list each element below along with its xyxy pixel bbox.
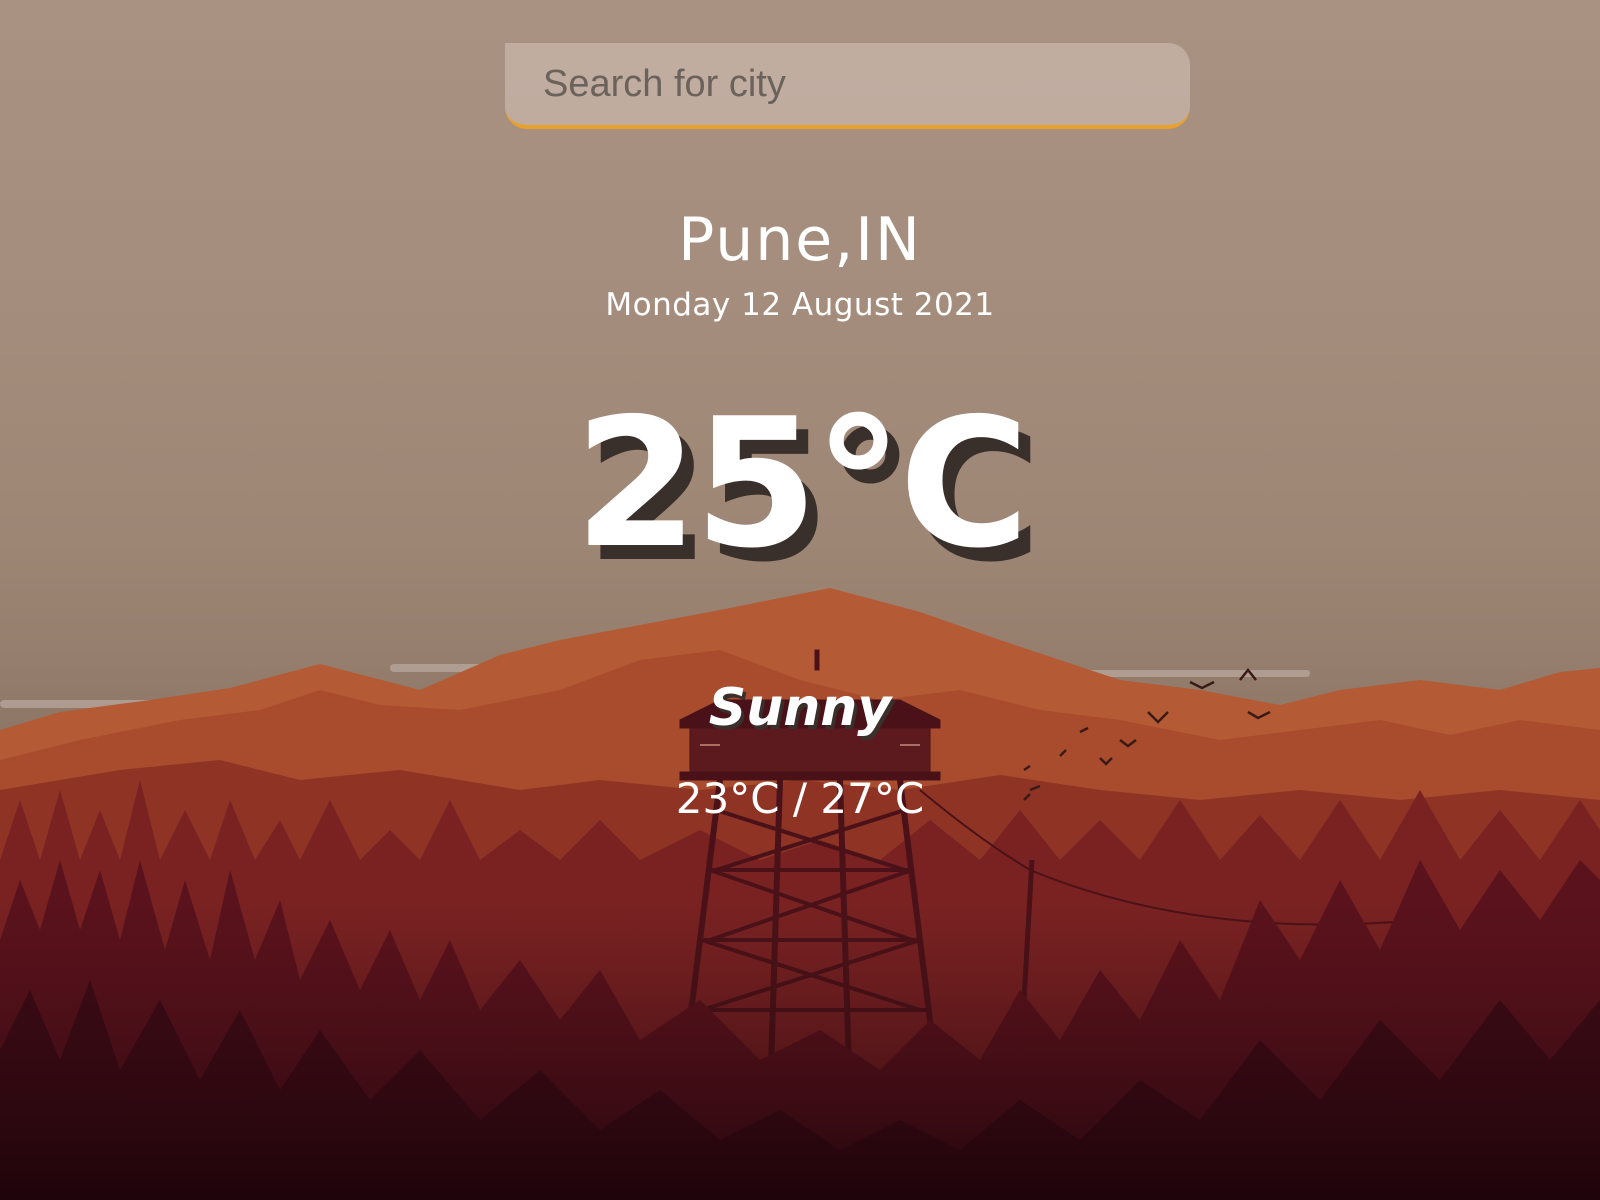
- city-name: Pune,IN: [678, 205, 922, 275]
- background-landscape: [0, 588, 1600, 1200]
- search-bar[interactable]: [505, 43, 1190, 129]
- weather-condition: Sunny: [708, 678, 892, 738]
- bottom-shade: [0, 900, 1600, 1200]
- current-date: Monday 12 August 2021: [605, 287, 995, 323]
- current-temperature: 25°C: [574, 380, 1029, 587]
- temperature-range: 23°C / 27°C: [675, 774, 925, 823]
- search-input[interactable]: [505, 43, 1190, 125]
